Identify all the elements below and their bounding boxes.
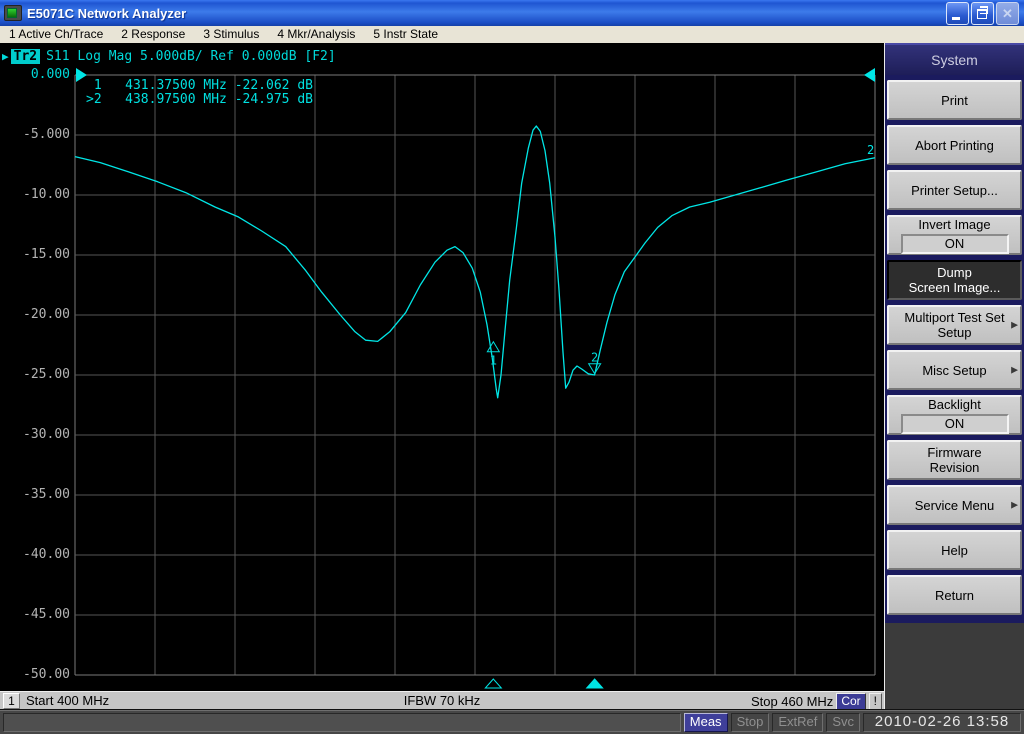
marker-readout-row: 1 431.37500 MHz -22.062 dB [86,78,313,93]
softkey-abort-printing[interactable]: Abort Printing [887,125,1022,165]
softkey-label: Abort Printing [915,137,994,153]
y-axis-label: -10.00 [23,187,70,202]
message-area [3,712,681,732]
marker-2-axis-indicator[interactable] [585,678,604,689]
softkey-misc-setup[interactable]: Misc Setup ▶ [887,350,1022,390]
softkey-printer-setup[interactable]: Printer Setup... [887,170,1022,210]
softkey-label: Firmware Revision [927,445,982,475]
instrument-display: ▶ Tr2 S11 Log Mag 5.000dB/ Ref 0.000dB [… [0,43,884,691]
correction-badge: Cor [836,692,866,710]
restore-icon [977,5,988,19]
softkey-backlight[interactable]: Backlight ON [887,395,1022,435]
trace-label[interactable]: Tr2 [10,49,41,64]
warning-badge: ! [868,692,882,710]
softkey-return[interactable]: Return [887,575,1022,615]
active-trace-arrow-icon: ▶ [2,50,9,63]
y-axis-label: -20.00 [23,307,70,322]
channel-status-bar: 1 Start 400 MHz IFBW 70 kHz Stop 460 MHz… [0,691,884,710]
system-status-bar: Meas Stop ExtRef Svc 2010-02-26 13:58 [0,709,1024,734]
marker-number: 1 [490,354,497,368]
softkey-label: Invert Image [918,216,991,232]
y-axis-label: -15.00 [23,247,70,262]
softkey-value: ON [900,233,1009,254]
y-axis-label: -30.00 [23,427,70,442]
menu-item-1-active-ch-trace[interactable]: 1 Active Ch/Trace [0,26,112,43]
ifbw-label: IFBW 70 kHz [403,693,481,708]
softkey-label: Return [934,587,975,603]
stop-frequency: Stop 460 MHz [750,693,834,709]
softkey-help[interactable]: Help [887,530,1022,570]
datetime: 2010-02-26 13:58 [863,712,1021,732]
softkey-label: Misc Setup [922,362,987,378]
softkey-panel: System Print Abort Printing Printer Setup.… [884,43,1024,709]
menu-item-5-instr-state[interactable]: 5 Instr State [364,26,447,43]
status-svc: Svc [826,712,860,732]
softkey-label: Multiport Test Set Setup [904,310,1005,340]
status-meas: Meas [683,712,728,732]
app-window: E5071C Network Analyzer ✕ 1 Active Ch/Tr… [0,0,1024,734]
close-icon: ✕ [1002,5,1013,21]
y-axis-label: -40.00 [23,547,70,562]
close-button: ✕ [996,1,1019,25]
marker-number: 2 [591,351,598,365]
status-stop: Stop [730,712,770,732]
softkey-service-menu[interactable]: Service Menu ▶ [887,485,1022,525]
marker-readout-row: >2 438.97500 MHz -24.975 dB [86,92,313,107]
app-icon-screen [7,8,17,18]
softkey-print[interactable]: Print [887,80,1022,120]
softkey-label: Dump Screen Image... [908,265,1001,295]
marker-1-axis-indicator[interactable] [484,678,503,689]
softkey-firmware-revision[interactable]: Firmware Revision [887,440,1022,480]
softkey-dump-screen-image[interactable]: Dump Screen Image... [887,260,1022,300]
channel-number-badge: 1 [3,693,20,709]
softkey-value: ON [900,413,1009,434]
marker-triangle-icon [486,340,501,353]
y-axis-label: -45.00 [23,607,70,622]
submenu-arrow-icon: ▶ [1011,499,1018,510]
softkey-group: System Print Abort Printing Printer Setup.… [885,43,1024,623]
minimize-button[interactable] [946,1,969,25]
marker-1-glyph: 1 [486,340,501,368]
softkey-invert-image[interactable]: Invert Image ON [887,215,1022,255]
softkey-label: Backlight [928,396,981,412]
softkey-label: Service Menu [914,497,995,513]
menu-item-2-response[interactable]: 2 Response [112,26,194,43]
softkey-label: Help [941,542,968,558]
title-bar: E5071C Network Analyzer ✕ [0,0,1024,26]
start-frequency: Start 400 MHz [26,693,110,708]
softkey-multiport-test-set-setup[interactable]: Multiport Test Set Setup ▶ [887,305,1022,345]
softkey-label: Print [941,92,968,108]
submenu-arrow-icon: ▶ [1011,364,1018,375]
window-controls: ✕ [946,1,1024,25]
trace-end-label: 2 [867,143,874,157]
reference-level-arrow-right-icon [864,68,875,82]
softkey-menu-title: System [885,43,1024,75]
submenu-arrow-icon: ▶ [1011,319,1018,330]
y-axis-label: -5.000 [23,127,70,142]
trace-header: ▶ Tr2 S11 Log Mag 5.000dB/ Ref 0.000dB [… [2,49,336,64]
plot-area: 2 1 2 [74,68,876,689]
menu-item-3-stimulus[interactable]: 3 Stimulus [194,26,268,43]
status-extref: ExtRef [772,712,824,732]
restore-button[interactable] [971,1,994,25]
softkey-label: Printer Setup... [911,182,998,198]
minimize-icon [952,16,960,20]
menu-bar: 1 Active Ch/Trace 2 Response 3 Stimulus 4 M… [0,26,1024,43]
window-title: E5071C Network Analyzer [27,5,187,21]
trace-format-text: S11 Log Mag 5.000dB/ Ref 0.000dB [F2] [46,49,336,64]
grid [74,74,876,676]
y-axis-label: -25.00 [23,367,70,382]
menu-item-4-mkr-analysis[interactable]: 4 Mkr/Analysis [268,26,364,43]
y-axis-label: 0.000 [30,67,70,82]
y-axis-label: -50.00 [23,667,70,682]
app-icon [4,5,22,21]
marker-readout: 1 431.37500 MHz -22.062 dB >2 438.97500 M… [86,79,313,107]
y-axis-label: -35.00 [23,487,70,502]
